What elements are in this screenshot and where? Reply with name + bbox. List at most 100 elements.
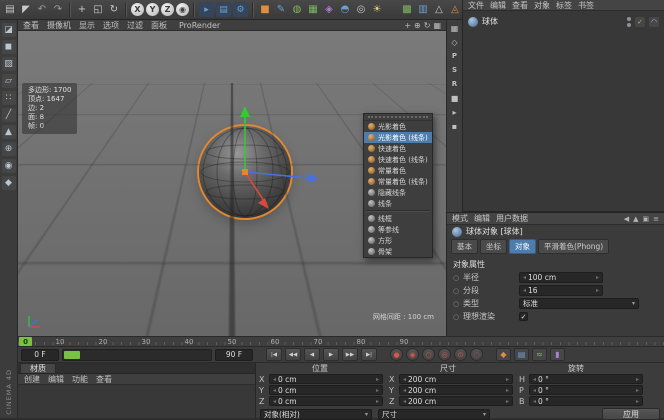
rotation-p-field[interactable]: 0 ° xyxy=(529,385,643,395)
enabled-check-icon[interactable]: ✓ xyxy=(635,17,645,27)
keyframe-dot-icon[interactable]: ○ xyxy=(453,287,459,295)
key-rotation-button[interactable]: ⊙ xyxy=(454,348,467,361)
viewport-canvas[interactable]: 多边形: 1700 顶点: 1647 边: 2 面: 8 帧: 0 xyxy=(18,31,446,336)
psr-r-button[interactable]: R xyxy=(449,78,461,90)
animate-icon[interactable]: ▸ xyxy=(449,106,461,118)
snap-icon[interactable]: ◆ xyxy=(2,176,16,190)
menu-item[interactable]: 线框 xyxy=(364,213,432,224)
size-y-field[interactable]: 200 cm xyxy=(399,385,513,395)
viewport-menu-display[interactable]: 显示 xyxy=(79,20,95,31)
om-menu-objects[interactable]: 对象 xyxy=(534,0,550,11)
end-frame-field[interactable]: 90 F xyxy=(215,349,253,361)
go-to-start-button[interactable]: |◀ xyxy=(266,348,282,361)
points-mode-icon[interactable]: ∷ xyxy=(2,91,16,105)
size-z-field[interactable]: 200 cm xyxy=(399,396,513,406)
timeline-ruler[interactable]: 10 20 30 40 50 60 70 80 90 0 xyxy=(18,336,664,347)
y-axis-lock-button[interactable]: Y xyxy=(146,3,159,16)
camera-button[interactable]: ◎ xyxy=(353,2,369,18)
lock-icon[interactable]: ▣ xyxy=(643,215,650,223)
mat-menu-view[interactable]: 查看 xyxy=(96,374,112,385)
om-menu-bookmarks[interactable]: 书签 xyxy=(578,0,594,11)
frame-slider[interactable] xyxy=(62,349,212,361)
attr-menu-edit[interactable]: 编辑 xyxy=(474,213,490,224)
psr-p-button[interactable]: P xyxy=(449,50,461,62)
make-editable-icon[interactable]: ◪ xyxy=(2,23,16,37)
enable-axis-icon[interactable]: ⊕ xyxy=(2,142,16,156)
deformer-button[interactable]: ◈ xyxy=(321,2,337,18)
app-menu-icon[interactable]: ▤ xyxy=(2,2,18,18)
subdivision-surface-button[interactable]: ◍ xyxy=(289,2,305,18)
menu-item[interactable]: 骨架 xyxy=(364,246,432,257)
back-icon[interactable]: ◀ xyxy=(624,215,629,223)
render-view-button[interactable]: ▸ xyxy=(199,2,214,17)
toggle-views-icon[interactable]: ▦ xyxy=(433,21,441,30)
om-menu-file[interactable]: 文件 xyxy=(468,0,484,11)
menu-tearoff-strip[interactable] xyxy=(364,114,432,121)
add-cube-button[interactable]: ■ xyxy=(257,2,273,18)
fcurve-icon[interactable]: ≈ xyxy=(532,348,547,361)
visibility-dots[interactable] xyxy=(627,17,631,27)
keyframe-dot-icon[interactable]: ○ xyxy=(453,274,459,282)
menu-item[interactable]: 光影着色 xyxy=(364,121,432,132)
edges-mode-icon[interactable]: ╱ xyxy=(2,108,16,122)
light-button[interactable]: ☀ xyxy=(369,2,385,18)
go-to-end-button[interactable]: ▶| xyxy=(361,348,377,361)
move-tool-icon[interactable]: + xyxy=(74,2,90,18)
om-menu-view[interactable]: 查看 xyxy=(512,0,528,11)
volume-button[interactable]: ▥ xyxy=(415,2,431,18)
rotate-view-icon[interactable]: ↻ xyxy=(424,21,431,30)
motion-clip-icon[interactable]: ▮ xyxy=(550,348,565,361)
spline-pen-button[interactable]: ✎ xyxy=(273,2,289,18)
apply-button[interactable]: 应用 xyxy=(602,408,660,420)
viewport[interactable]: 查看 摄像机 显示 选项 过滤 面板 ProRender + ⊕ ↻ ▦ 多边形… xyxy=(18,20,446,336)
menu-item[interactable]: 等参线 xyxy=(364,224,432,235)
viewport-menu-options[interactable]: 选项 xyxy=(103,20,119,31)
segments-field[interactable]: 16 xyxy=(519,285,603,296)
keyframe-dot-icon[interactable]: ○ xyxy=(453,300,459,308)
key-position-button[interactable]: ○ xyxy=(422,348,435,361)
x-axis-lock-button[interactable]: X xyxy=(131,3,144,16)
viewport-menu-cameras[interactable]: 摄像机 xyxy=(47,20,71,31)
object-name[interactable]: 球体 xyxy=(482,16,498,27)
psr-s-button[interactable]: S xyxy=(449,64,461,76)
keyframe-dot-icon[interactable]: ○ xyxy=(453,313,459,321)
tab-phong[interactable]: 平滑着色(Phong) xyxy=(538,239,609,254)
scale-tool-icon[interactable]: ◱ xyxy=(90,2,106,18)
position-y-field[interactable]: 0 cm xyxy=(269,385,383,395)
coordinate-system-button[interactable]: ◉ xyxy=(176,3,189,16)
om-menu-tags[interactable]: 标签 xyxy=(556,0,572,11)
object-row[interactable]: 球体 ✓ ◠ xyxy=(463,15,664,28)
viewport-menu-view[interactable]: 查看 xyxy=(23,20,39,31)
position-z-field[interactable]: 0 cm xyxy=(269,396,383,406)
menu-item[interactable]: 快速着色 xyxy=(364,143,432,154)
mat-menu-create[interactable]: 创建 xyxy=(24,374,40,385)
z-axis-lock-button[interactable]: Z xyxy=(161,3,174,16)
polygons-mode-icon[interactable]: ▲ xyxy=(2,125,16,139)
render-picture-viewer-button[interactable]: ▤ xyxy=(216,2,231,17)
autokey-button[interactable]: ◉ xyxy=(406,348,419,361)
redo-icon[interactable]: ↷ xyxy=(50,2,66,18)
position-x-field[interactable]: 0 cm xyxy=(269,374,383,384)
size-x-field[interactable]: 200 cm xyxy=(399,374,513,384)
menu-item[interactable]: 线条 xyxy=(364,198,432,209)
workplane-mode-icon[interactable]: ▱ xyxy=(2,74,16,88)
viewport-menu-panel[interactable]: 面板 xyxy=(151,20,167,31)
playhead-marker[interactable]: 0 xyxy=(19,337,32,346)
pan-view-icon[interactable]: + xyxy=(404,21,411,30)
play-button[interactable]: ▶ xyxy=(323,348,339,361)
menu-item[interactable]: 常量着色 xyxy=(364,165,432,176)
next-frame-button[interactable]: ▶▶ xyxy=(342,348,358,361)
key-parameter-button[interactable]: ◌ xyxy=(470,348,483,361)
type-dropdown[interactable]: 标准 xyxy=(519,298,639,309)
array-button[interactable]: ▦ xyxy=(305,2,321,18)
key-scale-button[interactable]: ◎ xyxy=(438,348,451,361)
rotation-h-field[interactable]: 0 ° xyxy=(529,374,643,384)
viewport-solo-icon[interactable]: ◉ xyxy=(2,159,16,173)
start-frame-field[interactable]: 0 F xyxy=(21,349,59,361)
tab-coordinates[interactable]: 坐标 xyxy=(480,239,507,254)
live-selection-icon[interactable]: ◤ xyxy=(18,2,34,18)
attr-menu-userdata[interactable]: 用户数据 xyxy=(496,213,528,224)
mat-menu-function[interactable]: 功能 xyxy=(72,374,88,385)
viewport-menu-filter[interactable]: 过滤 xyxy=(127,20,143,31)
record-keyframe-button[interactable]: ● xyxy=(390,348,403,361)
